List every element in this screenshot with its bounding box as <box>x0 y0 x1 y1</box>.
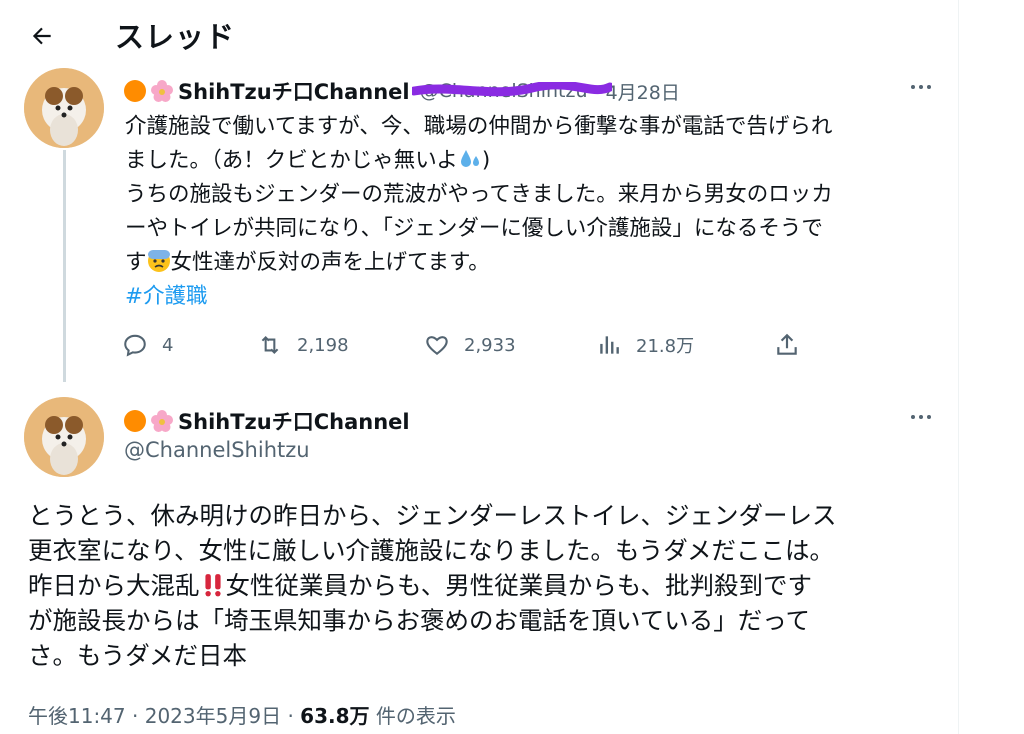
retweet-button[interactable]: 2,198 <box>257 328 349 362</box>
text-line: ーやトイレが共同になり、「ジェンダーに優しい介護施設」になるそうで <box>125 216 823 241</box>
retweet-icon <box>261 335 279 355</box>
views-button[interactable]: 21.8万 <box>596 328 694 362</box>
bar-chart-icon <box>600 336 619 354</box>
main-tweet-text: とうとう、休み明けの昨日から、ジェンダーレストイレ、ジェンダーレス 更衣室になり… <box>28 498 948 673</box>
more-options-button[interactable] <box>904 400 938 434</box>
parent-tweet-text: 介護施設で働いてますが、今、職場の仲間から衝撃な事が電話で告げられ ました。（あ… <box>125 110 925 314</box>
orange-circle-icon <box>124 80 146 102</box>
retweet-count: 2,198 <box>297 334 349 356</box>
cherry-blossom-icon <box>151 410 173 432</box>
page-title: スレッド <box>115 20 236 54</box>
dog-avatar-image <box>24 397 104 477</box>
redaction-scribble <box>411 82 612 97</box>
display-name[interactable]: ShihTzuチ口Channel <box>178 76 410 106</box>
sweat-droplets-icon <box>460 150 479 167</box>
tweet-actions: 4 2,198 2,933 21.8万 <box>122 328 822 362</box>
separator: · <box>287 704 294 728</box>
reply-count: 4 <box>162 334 174 356</box>
tweet-meta: 午後11:47 · 2023年5月9日 · 63.8万 件の表示 <box>28 700 456 729</box>
like-button[interactable]: 2,933 <box>424 328 516 362</box>
text-line: うちの施設もジェンダーの荒波がやってきました。来月から男女のロッカ <box>125 182 833 207</box>
header: スレッド <box>0 0 958 74</box>
dog-avatar-image <box>24 68 104 148</box>
share-icon <box>777 333 797 355</box>
orange-circle-icon <box>124 410 146 432</box>
text-line-end: 女性達が反対の声を上げてます。 <box>170 250 490 275</box>
handle-redacted[interactable]: @ChannelShihtzu <box>411 80 612 102</box>
separator: · <box>132 704 139 728</box>
tweet-time[interactable]: 午後11:47 <box>28 704 126 728</box>
column-divider <box>958 0 959 734</box>
views-count: 21.8万 <box>636 336 695 357</box>
avatar[interactable] <box>24 68 104 148</box>
parent-tweet-header: ShihTzuチ口Channel @ChannelShihtzu · 4月28日 <box>124 76 680 106</box>
double-exclamation-icon <box>204 574 221 597</box>
thread-connector-line <box>63 150 66 382</box>
arrow-left-icon <box>32 27 51 45</box>
display-name[interactable]: ShihTzuチ口Channel <box>178 406 410 436</box>
back-button[interactable] <box>22 16 62 56</box>
heart-icon <box>426 336 448 355</box>
tweet-date[interactable]: 4月28日 <box>606 78 680 105</box>
comment-icon <box>124 334 146 357</box>
text-line: 介護施設で働いてますが、今、職場の仲間から衝撃な事が電話で告げられ <box>125 114 833 139</box>
tweet-full-date[interactable]: 2023年5月9日 <box>145 704 281 728</box>
cherry-blossom-icon <box>151 80 173 102</box>
share-button[interactable] <box>774 328 814 362</box>
reply-button[interactable]: 4 <box>122 328 173 362</box>
anxious-face-icon <box>147 250 170 272</box>
handle[interactable]: @ChannelShihtzu <box>124 438 310 462</box>
more-options-button[interactable] <box>904 70 938 104</box>
hashtag-link[interactable]: #介護職 <box>125 284 208 309</box>
text-line-end: ) <box>481 148 491 173</box>
text-line: ました。（あ！クビとかじゃ無いよ <box>125 148 458 173</box>
like-count: 2,933 <box>464 334 516 356</box>
avatar[interactable] <box>24 397 104 477</box>
views-label: 件の表示 <box>375 704 456 728</box>
views-count: 63.8万 <box>300 704 370 728</box>
text-line: す <box>125 250 147 275</box>
main-tweet-header: ShihTzuチ口Channel <box>124 406 410 436</box>
thread-column: スレッド ShihTzuチ口Channel @ChannelShihtzu · … <box>0 0 958 734</box>
